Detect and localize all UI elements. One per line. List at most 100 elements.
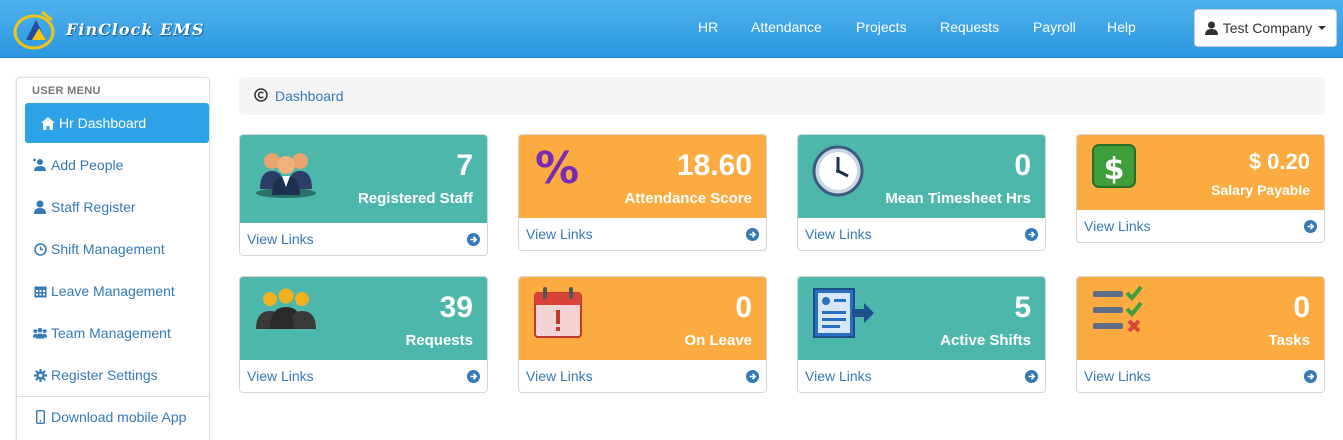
sidebar-item-team-management[interactable]: Team Management [25,313,209,353]
view-links-text: View Links [526,226,593,242]
view-links-text: View Links [1084,368,1151,384]
percent-icon: % [535,143,579,194]
nav-attendance[interactable]: Attendance [751,19,822,35]
sidebar-item-shift-management[interactable]: Shift Management [25,229,209,269]
view-links-text: View Links [247,231,314,247]
caret-down-icon [1318,26,1327,30]
users-icon [33,326,47,340]
requests-label: Requests [405,332,473,349]
checklist-icon [1093,285,1143,333]
view-links-text: View Links [805,226,872,242]
mean-timesheet-value: 0 [1014,149,1031,182]
dollar-icon: $ [1092,144,1136,188]
tile-salary-payable: $ $ 0.20 Salary Payable View Links [1076,134,1325,243]
sidebar-item-download-app[interactable]: Download mobile App [17,396,209,436]
arrow-circle-right-icon [1304,370,1317,383]
arrow-circle-right-icon [467,233,480,246]
active-shifts-label: Active Shifts [940,332,1031,349]
arrow-circle-right-icon [467,370,480,383]
tasks-view-links[interactable]: View Links [1077,360,1324,392]
view-links-text: View Links [247,368,314,384]
mean-timesheet-view-links[interactable]: View Links [798,218,1045,250]
arrow-circle-right-icon [746,228,759,241]
attendance-score-value: 18.60 [676,149,752,182]
registered-staff-label: Registered Staff [357,190,473,207]
user-menu-heading: USER MENU [32,85,101,97]
arrow-circle-right-icon [1025,370,1038,383]
nav-help[interactable]: Help [1107,19,1136,35]
arrow-circle-right-icon [1025,228,1038,241]
attendance-score-label: Attendance Score [624,190,752,207]
sidebar-item-staff-register[interactable]: Staff Register [25,187,209,227]
tile-requests: 39 Requests View Links [239,276,488,393]
copyright-circle-icon [254,87,268,105]
active-shifts-value: 5 [1014,291,1031,324]
salary-payable-view-links[interactable]: View Links [1077,210,1324,242]
salary-payable-value: $ 0.20 [1248,149,1310,174]
wall-clock-icon [812,145,864,197]
sidebar-item-label: Add People [51,157,124,173]
mean-timesheet-label: Mean Timesheet Hrs [885,190,1031,207]
sidebar-item-register-settings[interactable]: Register Settings [25,355,209,395]
tasks-label: Tasks [1268,332,1310,349]
registered-staff-value: 7 [456,149,473,182]
view-links-text: View Links [526,368,593,384]
tile-tasks: 0 Tasks View Links [1076,276,1325,393]
sidebar-item-hr-dashboard[interactable]: Hr Dashboard [25,103,209,143]
tile-registered-staff: 7 Registered Staff View Links [239,134,488,256]
tile-attendance-score: % 18.60 Attendance Score View Links [518,134,767,251]
gear-icon [33,368,47,382]
sidebar-item-label: Register Settings [51,367,158,383]
nav-hr[interactable]: HR [698,19,718,35]
add-user-icon [33,158,47,172]
staff-group-icon [256,153,316,198]
tile-on-leave: 0 On Leave View Links [518,276,767,393]
clock-icon [33,242,47,256]
sidebar-item-leave-management[interactable]: Leave Management [25,271,209,311]
on-leave-view-links[interactable]: View Links [519,360,766,392]
sidebar-item-add-people[interactable]: Add People [25,145,209,185]
breadcrumb: Dashboard [239,77,1325,115]
user-icon [1204,21,1218,35]
mobile-icon [33,409,47,424]
id-card-icon [813,288,874,338]
tasks-value: 0 [1293,291,1310,324]
svg-text:%: % [535,143,579,194]
requests-view-links[interactable]: View Links [240,360,487,392]
people-icon [256,288,316,329]
registered-staff-view-links[interactable]: View Links [240,223,487,255]
brand[interactable]: FinClock EMS [12,6,204,52]
nav-projects[interactable]: Projects [856,19,907,35]
arrow-circle-right-icon [746,370,759,383]
user-menu-sidebar: USER MENU Hr Dashboard Add People Staff … [16,77,210,440]
brand-name: FinClock EMS [66,19,205,39]
sidebar-item-label: Shift Management [51,241,165,257]
sidebar-item-label: Hr Dashboard [59,115,147,131]
top-navbar: FinClock EMS HR Attendance Projects Requ… [0,0,1343,58]
sidebar-item-label: Download mobile App [51,408,187,425]
calendar-icon [33,284,47,298]
nav-requests[interactable]: Requests [940,19,999,35]
nav-payroll[interactable]: Payroll [1033,19,1076,35]
view-links-text: View Links [805,368,872,384]
company-dropdown[interactable]: Test Company [1194,9,1337,47]
sidebar-item-label: Team Management [51,325,171,341]
sidebar-item-label: Leave Management [51,283,175,299]
sidebar-item-label: Staff Register [51,199,136,215]
brand-logo-icon [13,10,55,50]
tile-mean-timesheet-hrs: 0 Mean Timesheet Hrs View Links [797,134,1046,251]
breadcrumb-dashboard[interactable]: Dashboard [275,88,344,104]
alert-calendar-icon [534,287,582,338]
requests-value: 39 [439,291,473,324]
on-leave-value: 0 [735,291,752,324]
home-icon [41,116,55,130]
user-icon [33,200,47,214]
salary-payable-label: Salary Payable [1211,182,1310,198]
active-shifts-view-links[interactable]: View Links [798,360,1045,392]
company-name: Test Company [1222,20,1313,36]
svg-text:$: $ [1104,152,1125,187]
view-links-text: View Links [1084,218,1151,234]
attendance-score-view-links[interactable]: View Links [519,218,766,250]
tile-active-shifts: 5 Active Shifts View Links [797,276,1046,393]
on-leave-label: On Leave [684,332,752,349]
